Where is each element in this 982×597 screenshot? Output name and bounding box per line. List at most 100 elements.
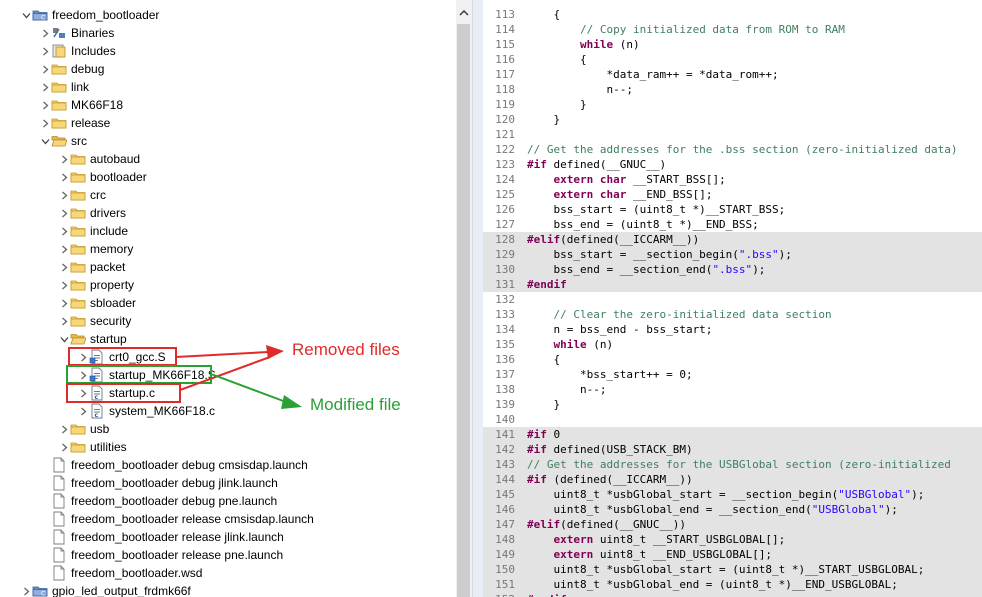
tree-item[interactable]: packet — [58, 258, 125, 276]
chevron-right-icon[interactable] — [58, 294, 70, 312]
code-line[interactable]: 139 } — [483, 397, 982, 412]
tree-item[interactable]: Binaries — [39, 24, 114, 42]
code-line[interactable]: 149 extern uint8_t __END_USBGLOBAL[]; — [483, 547, 982, 562]
code-line[interactable]: 147 #elif(defined(__GNUC__)) — [483, 517, 982, 532]
tree-item[interactable]: release — [39, 114, 110, 132]
code-line[interactable]: 140 — [483, 412, 982, 427]
tree-item[interactable]: startup — [58, 330, 127, 348]
code-line[interactable]: 126 bss_start = (uint8_t *)__START_BSS; — [483, 202, 982, 217]
tree-item[interactable]: freedom_bootloader release cmsisdap.laun… — [39, 510, 314, 528]
chevron-right-icon[interactable] — [58, 168, 70, 186]
code-line[interactable]: 134 n = bss_end - bss_start; — [483, 322, 982, 337]
tree-item[interactable]: debug — [39, 60, 104, 78]
tree-item[interactable]: freedom_bootloader debug jlink.launch — [39, 474, 278, 492]
chevron-right-icon[interactable] — [58, 438, 70, 456]
tree-item[interactable]: usb — [58, 420, 109, 438]
tree-item[interactable]: Includes — [39, 42, 116, 60]
tree-item[interactable]: utilities — [58, 438, 127, 456]
code-line[interactable]: 124 extern char __START_BSS[]; — [483, 172, 982, 187]
code-line[interactable]: 145 uint8_t *usbGlobal_start = __section… — [483, 487, 982, 502]
tree-item[interactable]: c system_MK66F18.c — [77, 402, 215, 420]
code-line[interactable]: 121 — [483, 127, 982, 142]
chevron-right-icon[interactable] — [39, 24, 51, 42]
code-line[interactable]: 138 n--; — [483, 382, 982, 397]
code-line[interactable]: 151 uint8_t *usbGlobal_end = (uint8_t *)… — [483, 577, 982, 592]
chevron-right-icon[interactable] — [77, 348, 89, 366]
chevron-right-icon[interactable] — [77, 366, 89, 384]
code-line[interactable]: 143 // Get the addresses for the USBGloba… — [483, 457, 982, 472]
chevron-right-icon[interactable] — [58, 240, 70, 258]
code-line[interactable]: 129 bss_start = __section_begin(".bss"); — [483, 247, 982, 262]
tree-item[interactable]: crc — [58, 186, 106, 204]
tree-item[interactable]: src — [39, 132, 87, 150]
code-line[interactable]: 130 bss_end = __section_end(".bss"); — [483, 262, 982, 277]
tree-item[interactable]: freedom_bootloader.wsd — [39, 564, 202, 582]
tree-item[interactable]: drivers — [58, 204, 126, 222]
code-line[interactable]: 114 // Copy initialized data from ROM to… — [483, 22, 982, 37]
code-line[interactable]: 135 while (n) — [483, 337, 982, 352]
code-line[interactable]: 132 — [483, 292, 982, 307]
tree-item[interactable]: sbloader — [58, 294, 136, 312]
code-line[interactable]: 123 #if defined(__GNUC__) — [483, 157, 982, 172]
code-line[interactable]: 136 { — [483, 352, 982, 367]
tree-item[interactable]: MK66F18 — [39, 96, 123, 114]
tree-item[interactable]: property — [58, 276, 134, 294]
code-line[interactable]: 113 { — [483, 7, 982, 22]
tree-item[interactable]: memory — [58, 240, 133, 258]
code-line[interactable]: 115 while (n) — [483, 37, 982, 52]
code-editor[interactable]: 113 {114 // Copy initialized data from R… — [483, 0, 982, 597]
chevron-right-icon[interactable] — [58, 150, 70, 168]
code-line[interactable]: 128 #elif(defined(__ICCARM__)) — [483, 232, 982, 247]
code-line[interactable]: 125 extern char __END_BSS[]; — [483, 187, 982, 202]
code-line[interactable]: 141 #if 0 — [483, 427, 982, 442]
chevron-down-icon[interactable] — [20, 6, 32, 24]
tree-item[interactable]: freedom_bootloader release jlink.launch — [39, 528, 284, 546]
tree-item[interactable]: autobaud — [58, 150, 140, 168]
chevron-right-icon[interactable] — [77, 402, 89, 420]
code-line[interactable]: 142 #if defined(USB_STACK_BM) — [483, 442, 982, 457]
chevron-right-icon[interactable] — [39, 96, 51, 114]
code-line[interactable]: 137 *bss_start++ = 0; — [483, 367, 982, 382]
chevron-right-icon[interactable] — [58, 186, 70, 204]
tree-item[interactable]: freedom_bootloader debug pne.launch — [39, 492, 277, 510]
code-line[interactable]: 127 bss_end = (uint8_t *)__END_BSS; — [483, 217, 982, 232]
chevron-right-icon[interactable] — [39, 42, 51, 60]
collapse-all-button[interactable] — [457, 6, 471, 22]
chevron-right-icon[interactable] — [58, 222, 70, 240]
tree-item[interactable]: link — [39, 78, 89, 96]
tree-item[interactable]: crt0_gcc.S — [77, 348, 166, 366]
code-line[interactable]: 148 extern uint8_t __START_USBGLOBAL[]; — [483, 532, 982, 547]
tree-item[interactable]: Cfreedom_bootloader — [20, 6, 159, 24]
code-line[interactable]: 118 n--; — [483, 82, 982, 97]
chevron-right-icon[interactable] — [58, 312, 70, 330]
code-line[interactable]: 144 #if (defined(__ICCARM__)) — [483, 472, 982, 487]
chevron-right-icon[interactable] — [20, 582, 32, 597]
tree-item[interactable]: Cgpio_led_output_frdmk66f — [20, 582, 191, 597]
tree-item[interactable]: startup_MK66F18.S — [77, 366, 216, 384]
chevron-right-icon[interactable] — [58, 204, 70, 222]
chevron-right-icon[interactable] — [39, 60, 51, 78]
code-line[interactable]: 117 *data_ram++ = *data_rom++; — [483, 67, 982, 82]
tree-item[interactable]: include — [58, 222, 128, 240]
chevron-right-icon[interactable] — [58, 276, 70, 294]
code-line[interactable]: 119 } — [483, 97, 982, 112]
tree-item[interactable]: security — [58, 312, 131, 330]
panel-divider[interactable] — [472, 0, 483, 597]
chevron-down-icon[interactable] — [39, 132, 51, 150]
code-line[interactable]: 131 #endif — [483, 277, 982, 292]
chevron-right-icon[interactable] — [58, 258, 70, 276]
code-line[interactable]: 152 #endif — [483, 592, 982, 597]
tree-item[interactable]: bootloader — [58, 168, 147, 186]
chevron-right-icon[interactable] — [39, 114, 51, 132]
code-line[interactable]: 133 // Clear the zero-initialized data s… — [483, 307, 982, 322]
chevron-down-icon[interactable] — [58, 330, 70, 348]
scrollbar-thumb[interactable] — [457, 24, 470, 597]
code-line[interactable]: 116 { — [483, 52, 982, 67]
code-line[interactable]: 146 uint8_t *usbGlobal_end = __section_e… — [483, 502, 982, 517]
explorer-scrollbar[interactable] — [456, 0, 472, 597]
code-line[interactable]: 150 uint8_t *usbGlobal_start = (uint8_t … — [483, 562, 982, 577]
chevron-right-icon[interactable] — [39, 78, 51, 96]
chevron-right-icon[interactable] — [58, 420, 70, 438]
code-line[interactable]: 120 } — [483, 112, 982, 127]
tree-item[interactable]: freedom_bootloader release pne.launch — [39, 546, 283, 564]
